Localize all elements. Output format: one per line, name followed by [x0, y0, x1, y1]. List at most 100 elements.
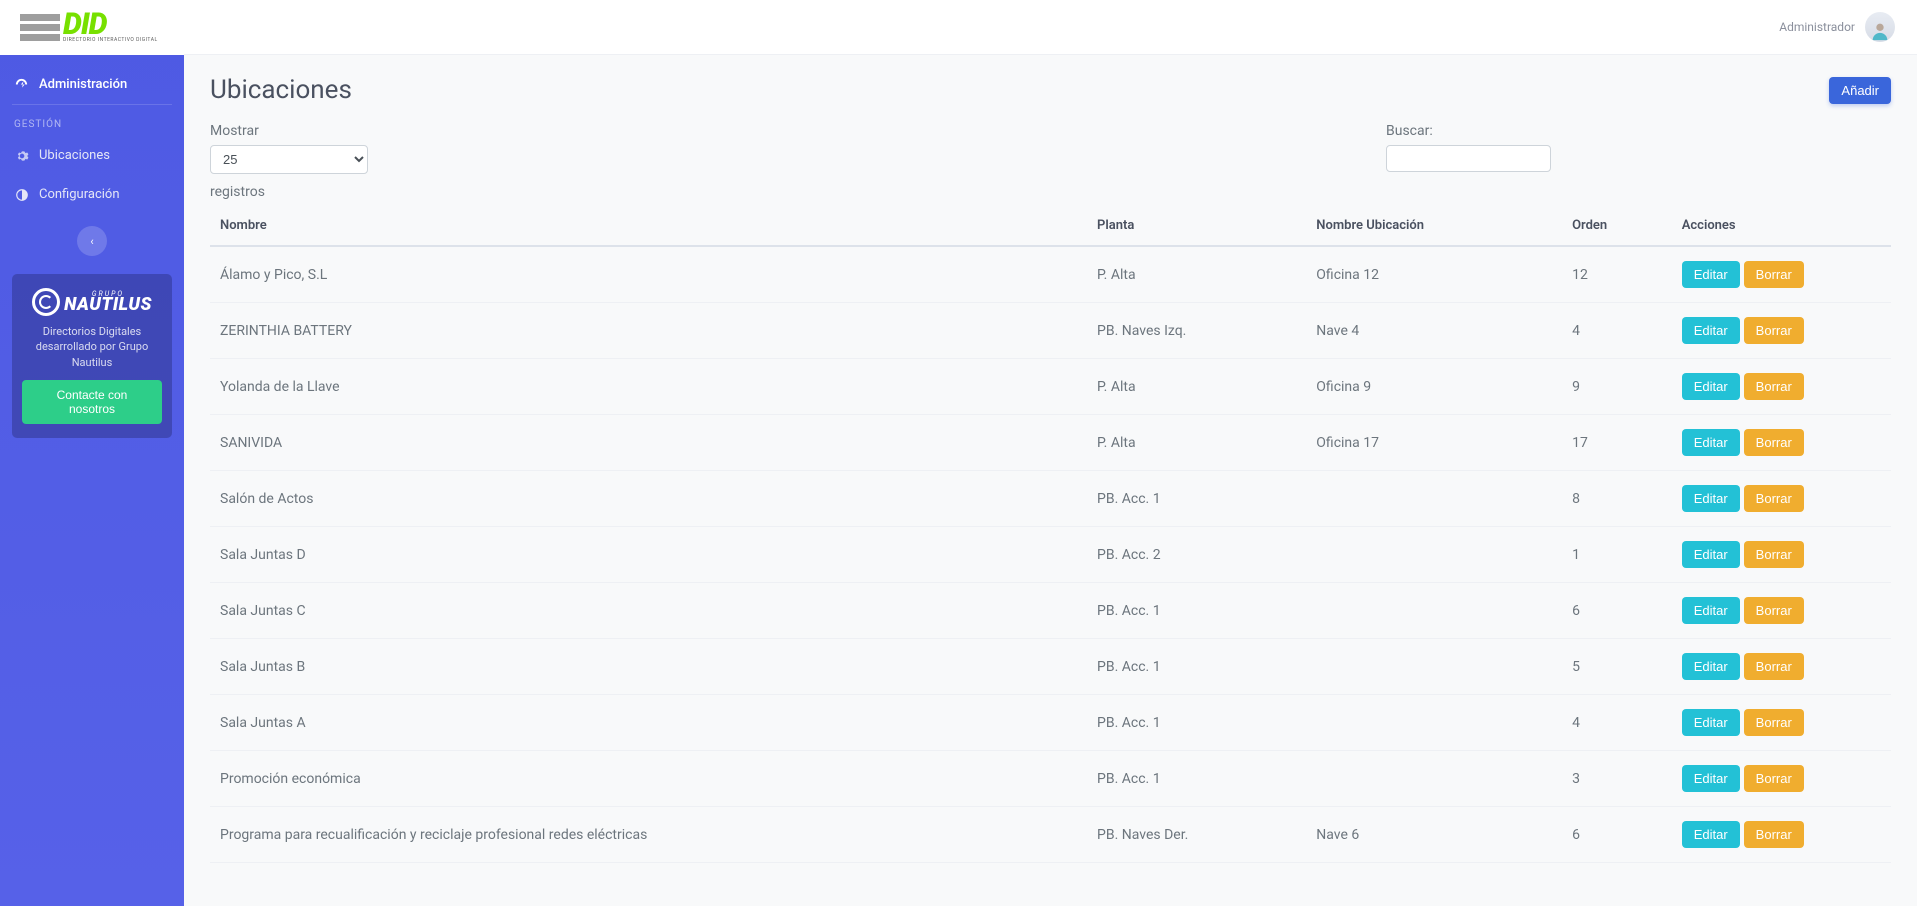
cell-orden: 6 — [1562, 807, 1672, 863]
sidebar-item-configuracion[interactable]: Configuración — [0, 175, 184, 214]
cell-acciones: EditarBorrar — [1672, 695, 1891, 751]
cell-planta: PB. Acc. 1 — [1087, 583, 1306, 639]
cell-nombre: Álamo y Pico, S.L — [210, 246, 1087, 303]
cell-acciones: EditarBorrar — [1672, 527, 1891, 583]
col-header-nombre[interactable]: Nombre — [210, 206, 1087, 246]
show-label: Mostrar — [210, 123, 368, 139]
delete-button[interactable]: Borrar — [1744, 709, 1804, 736]
cell-acciones: EditarBorrar — [1672, 303, 1891, 359]
cell-nombre: Sala Juntas D — [210, 527, 1087, 583]
table-row: Sala Juntas APB. Acc. 14EditarBorrar — [210, 695, 1891, 751]
records-label: registros — [210, 184, 1891, 200]
delete-button[interactable]: Borrar — [1744, 653, 1804, 680]
cell-orden: 9 — [1562, 359, 1672, 415]
delete-button[interactable]: Borrar — [1744, 821, 1804, 848]
user-icon — [1869, 20, 1891, 42]
cell-nombre-ubicacion: Nave 4 — [1306, 303, 1562, 359]
cell-nombre: Promoción económica — [210, 751, 1087, 807]
cell-acciones: EditarBorrar — [1672, 415, 1891, 471]
sidebar: DID DIRECTORIO INTERACTIVO DIGITAL Admin… — [0, 0, 184, 906]
spiral-icon — [32, 288, 60, 316]
cell-orden: 5 — [1562, 639, 1672, 695]
sidebar-item-label: Ubicaciones — [39, 148, 110, 163]
cell-nombre: Sala Juntas C — [210, 583, 1087, 639]
add-button[interactable]: Añadir — [1829, 77, 1891, 104]
collapse-sidebar-button[interactable]: ‹ — [77, 226, 107, 256]
promo-logo: GRUPO NAUTILUS — [32, 288, 152, 316]
cell-acciones: EditarBorrar — [1672, 583, 1891, 639]
cell-orden: 3 — [1562, 751, 1672, 807]
page-title: Ubicaciones — [210, 75, 352, 105]
per-page-select[interactable]: 25 — [210, 145, 368, 174]
table-row: Sala Juntas BPB. Acc. 15EditarBorrar — [210, 639, 1891, 695]
gear-icon — [14, 148, 29, 163]
locations-table: Nombre Planta Nombre Ubicación Orden Acc… — [210, 206, 1891, 863]
search-input[interactable] — [1386, 145, 1551, 172]
promo-description: Directorios Digitales desarrollado por G… — [22, 324, 162, 370]
cell-planta: P. Alta — [1087, 415, 1306, 471]
edit-button[interactable]: Editar — [1682, 429, 1740, 456]
cell-planta: PB. Acc. 1 — [1087, 471, 1306, 527]
topbar: Administrador — [184, 0, 1917, 55]
table-row: ZERINTHIA BATTERYPB. Naves Izq.Nave 44Ed… — [210, 303, 1891, 359]
sidebar-section-label: GESTIÓN — [0, 105, 184, 136]
edit-button[interactable]: Editar — [1682, 597, 1740, 624]
col-header-planta[interactable]: Planta — [1087, 206, 1306, 246]
delete-button[interactable]: Borrar — [1744, 597, 1804, 624]
cell-nombre-ubicacion — [1306, 751, 1562, 807]
cell-nombre-ubicacion — [1306, 695, 1562, 751]
cell-nombre: Yolanda de la Llave — [210, 359, 1087, 415]
edit-button[interactable]: Editar — [1682, 765, 1740, 792]
cell-nombre: Sala Juntas A — [210, 695, 1087, 751]
cell-nombre-ubicacion — [1306, 639, 1562, 695]
cell-acciones: EditarBorrar — [1672, 807, 1891, 863]
delete-button[interactable]: Borrar — [1744, 485, 1804, 512]
delete-button[interactable]: Borrar — [1744, 317, 1804, 344]
chevron-left-icon: ‹ — [90, 235, 93, 248]
edit-button[interactable]: Editar — [1682, 821, 1740, 848]
logo[interactable]: DID DIRECTORIO INTERACTIVO DIGITAL — [0, 0, 184, 55]
delete-button[interactable]: Borrar — [1744, 429, 1804, 456]
cell-nombre-ubicacion — [1306, 527, 1562, 583]
cell-orden: 6 — [1562, 583, 1672, 639]
cell-nombre-ubicacion: Oficina 9 — [1306, 359, 1562, 415]
cell-acciones: EditarBorrar — [1672, 246, 1891, 303]
sidebar-item-admin[interactable]: Administración — [0, 65, 184, 104]
delete-button[interactable]: Borrar — [1744, 373, 1804, 400]
edit-button[interactable]: Editar — [1682, 261, 1740, 288]
cell-nombre: Salón de Actos — [210, 471, 1087, 527]
col-header-orden[interactable]: Orden — [1562, 206, 1672, 246]
cell-acciones: EditarBorrar — [1672, 639, 1891, 695]
cell-orden: 17 — [1562, 415, 1672, 471]
cell-orden: 4 — [1562, 303, 1672, 359]
contact-button[interactable]: Contacte con nosotros — [22, 380, 162, 424]
logo-text: DID — [63, 12, 158, 38]
cell-orden: 1 — [1562, 527, 1672, 583]
col-header-acciones: Acciones — [1672, 206, 1891, 246]
cell-planta: PB. Naves Izq. — [1087, 303, 1306, 359]
cell-nombre: Sala Juntas B — [210, 639, 1087, 695]
table-row: Programa para recualificación y reciclaj… — [210, 807, 1891, 863]
cell-nombre: ZERINTHIA BATTERY — [210, 303, 1087, 359]
edit-button[interactable]: Editar — [1682, 485, 1740, 512]
col-header-nombre-ubicacion[interactable]: Nombre Ubicación — [1306, 206, 1562, 246]
delete-button[interactable]: Borrar — [1744, 541, 1804, 568]
edit-button[interactable]: Editar — [1682, 709, 1740, 736]
cell-acciones: EditarBorrar — [1672, 471, 1891, 527]
avatar[interactable] — [1865, 12, 1895, 42]
sidebar-item-label: Administración — [39, 77, 127, 92]
edit-button[interactable]: Editar — [1682, 653, 1740, 680]
sidebar-item-label: Configuración — [39, 187, 120, 202]
cell-nombre: Programa para recualificación y reciclaj… — [210, 807, 1087, 863]
cell-planta: PB. Acc. 1 — [1087, 751, 1306, 807]
table-row: Sala Juntas DPB. Acc. 21EditarBorrar — [210, 527, 1891, 583]
edit-button[interactable]: Editar — [1682, 541, 1740, 568]
cell-orden: 4 — [1562, 695, 1672, 751]
edit-button[interactable]: Editar — [1682, 373, 1740, 400]
edit-button[interactable]: Editar — [1682, 317, 1740, 344]
delete-button[interactable]: Borrar — [1744, 765, 1804, 792]
table-row: Yolanda de la LlaveP. AltaOficina 99Edit… — [210, 359, 1891, 415]
delete-button[interactable]: Borrar — [1744, 261, 1804, 288]
sidebar-item-ubicaciones[interactable]: Ubicaciones — [0, 136, 184, 175]
cell-acciones: EditarBorrar — [1672, 359, 1891, 415]
